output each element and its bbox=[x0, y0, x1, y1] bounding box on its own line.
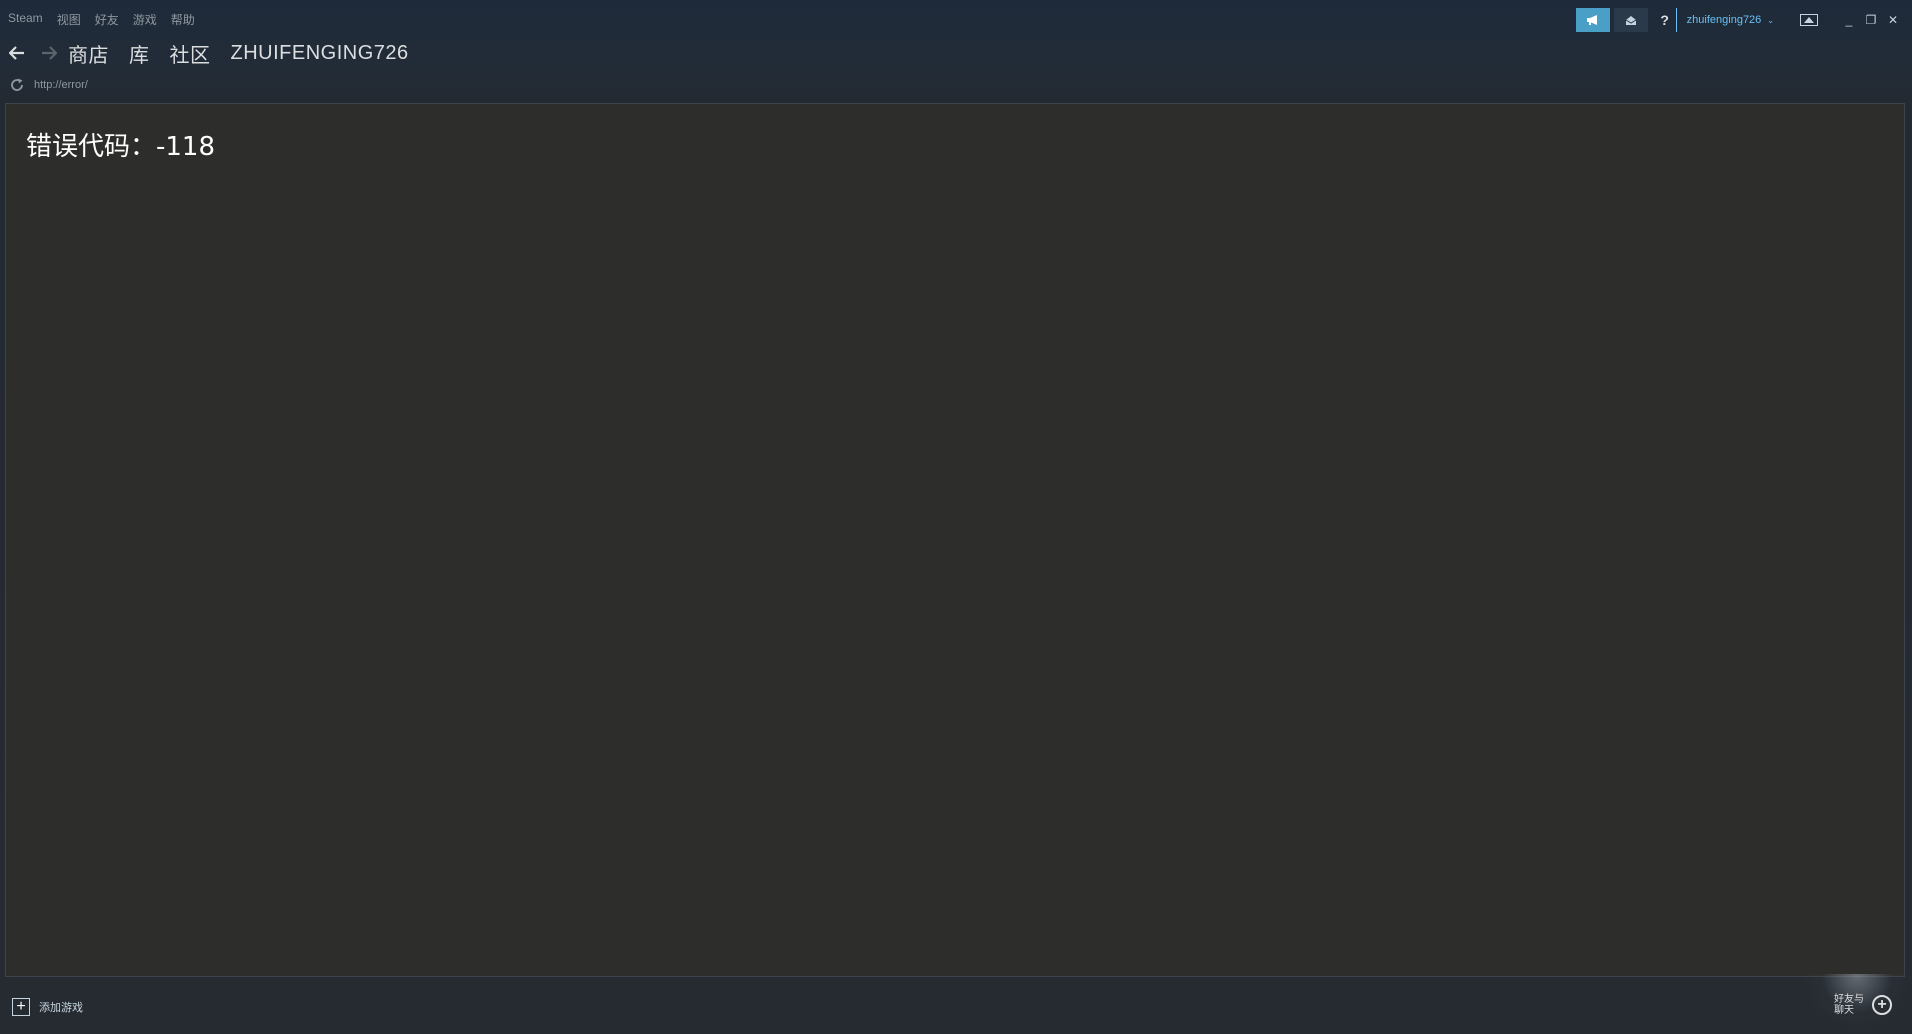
big-picture-button[interactable] bbox=[1798, 8, 1820, 32]
error-title: 错误代码：-118 bbox=[26, 132, 216, 162]
steam-window: Steam 视图 好友 游戏 帮助 ? zhuifenging726 ⌄ _ ❐… bbox=[0, 0, 1912, 1034]
friends-chat-button[interactable]: 好友与聊天 + bbox=[1834, 994, 1892, 1016]
content-panel: 错误代码：-118 bbox=[5, 103, 1905, 977]
bottom-bar: + 添加游戏 好友与聊天 + bbox=[0, 974, 1912, 1034]
reload-button[interactable] bbox=[8, 76, 26, 94]
plus-circle-icon: + bbox=[1872, 995, 1892, 1015]
forward-button[interactable] bbox=[36, 38, 62, 68]
back-button[interactable] bbox=[4, 38, 30, 68]
minimize-button[interactable]: _ bbox=[1838, 8, 1860, 32]
friends-chat-label: 好友与聊天 bbox=[1834, 994, 1864, 1016]
tab-community[interactable]: 社区 bbox=[170, 39, 211, 68]
account-name: zhuifenging726 bbox=[1686, 14, 1762, 26]
tab-profile[interactable]: ZHUIFENGING726 bbox=[231, 42, 409, 65]
restore-button[interactable]: ❐ bbox=[1860, 8, 1882, 32]
announcements-button[interactable] bbox=[1575, 8, 1610, 32]
divider bbox=[1675, 8, 1677, 32]
url-text: http://error/ bbox=[34, 79, 88, 91]
tab-store[interactable]: 商店 bbox=[68, 39, 109, 68]
top-right-controls: ? zhuifenging726 ⌄ _ ❐ ✕ bbox=[1575, 8, 1912, 32]
menu-items: Steam 视图 好友 游戏 帮助 bbox=[8, 11, 209, 28]
close-button[interactable]: ✕ bbox=[1882, 8, 1904, 32]
menu-help[interactable]: 帮助 bbox=[171, 11, 195, 28]
menu-friends[interactable]: 好友 bbox=[95, 11, 119, 28]
menu-bar: Steam 视图 好友 游戏 帮助 ? zhuifenging726 ⌄ _ ❐… bbox=[0, 0, 1912, 36]
menu-steam[interactable]: Steam bbox=[8, 11, 43, 28]
envelope-icon bbox=[1625, 15, 1636, 25]
back-arrow-icon bbox=[9, 46, 24, 60]
url-row: http://error/ bbox=[0, 75, 1912, 95]
menu-view[interactable]: 视图 bbox=[57, 11, 81, 28]
tab-library[interactable]: 库 bbox=[129, 39, 150, 68]
forward-arrow-icon bbox=[42, 46, 57, 60]
add-game-button[interactable]: + 添加游戏 bbox=[12, 998, 83, 1016]
reload-icon bbox=[10, 78, 23, 91]
big-picture-icon bbox=[1800, 14, 1818, 26]
megaphone-icon bbox=[1586, 15, 1597, 25]
add-game-label: 添加游戏 bbox=[39, 1002, 83, 1014]
account-menu-button[interactable]: zhuifenging726 ⌄ bbox=[1682, 8, 1784, 32]
menu-games[interactable]: 游戏 bbox=[133, 11, 157, 28]
help-button[interactable]: ? bbox=[1658, 8, 1672, 32]
nav-row: 商店 库 社区 ZHUIFENGING726 bbox=[0, 36, 1912, 70]
plus-icon: + bbox=[12, 998, 30, 1016]
chevron-down-icon: ⌄ bbox=[1767, 15, 1774, 25]
inbox-button[interactable] bbox=[1613, 8, 1648, 32]
